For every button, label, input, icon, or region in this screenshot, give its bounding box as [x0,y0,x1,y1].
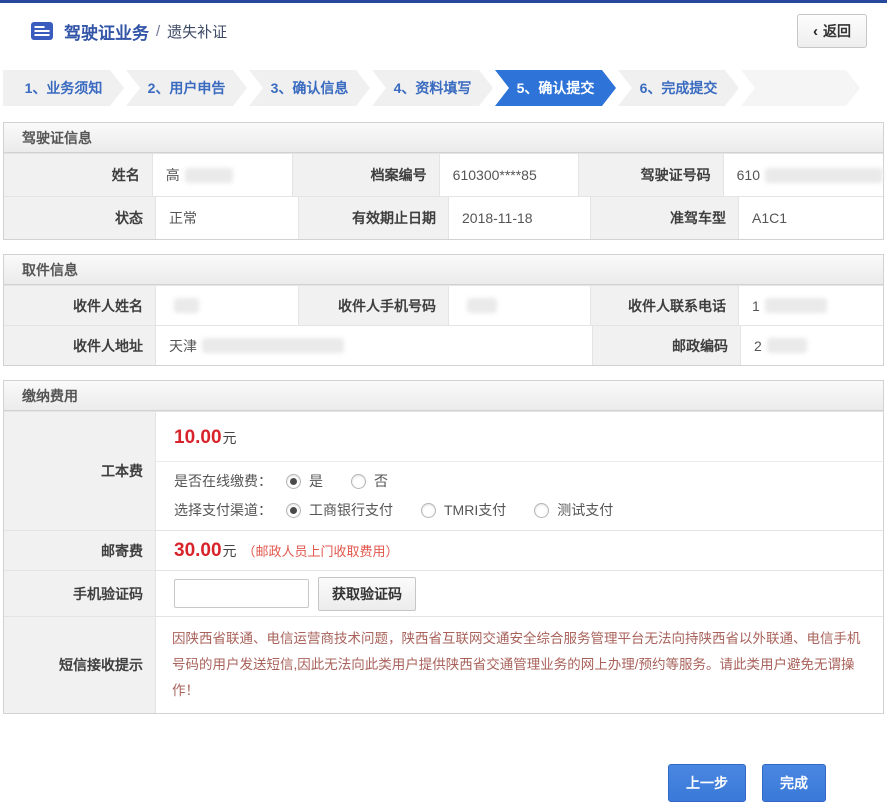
redacted-postal-code [767,338,807,353]
license-info-section: 驾驶证信息 姓名 高 档案编号 610300****85 驾驶证号码 610 状… [3,122,884,240]
get-sms-code-button[interactable]: 获取验证码 [318,577,416,611]
status-label: 状态 [4,197,156,239]
radio-option-tmri[interactable]: TMRI支付 [421,500,506,520]
step-3-confirm-info: 3、确认信息 [249,70,370,106]
file-number-label: 档案编号 [293,154,440,196]
radio-tmri-label: TMRI支付 [444,500,506,520]
recipient-phone-value: 1 [739,286,883,325]
sms-code-field-group: 获取验证码 [156,571,883,616]
table-row: 收件人姓名 收件人手机号码 收件人联系电话 1 [4,285,883,325]
redacted-recipient-mobile [467,298,497,313]
fees-section-title: 缴纳费用 [4,381,883,411]
finish-button[interactable]: 完成 [762,764,826,802]
license-menu-icon [30,21,54,41]
recipient-phone-label: 收件人联系电话 [591,286,739,325]
sms-code-row: 手机验证码 获取验证码 [4,570,883,616]
table-row: 姓名 高 档案编号 610300****85 驾驶证号码 610 [4,153,883,196]
name-value: 高 [153,154,293,196]
license-number-value: 610 [724,154,883,196]
redacted-name [185,168,233,183]
expiry-date-value: 2018-11-18 [449,197,591,239]
step-2-user-declaration: 2、用户申告 [126,70,247,106]
redacted-license-number [765,168,883,183]
redacted-recipient-name [174,298,199,313]
recipient-mobile-value [449,286,591,325]
radio-icbc-label: 工商银行支付 [309,500,393,520]
redacted-recipient-phone [765,298,827,313]
radio-option-no[interactable]: 否 [351,471,388,491]
radio-checked-icon[interactable] [286,474,301,489]
recipient-address-label: 收件人地址 [4,326,156,365]
production-fee-label: 工本费 [4,412,156,530]
radio-unchecked-icon[interactable] [534,503,549,518]
sms-notice-row: 短信接收提示 因陕西省联通、电信运营商技术问题，陕西省互联网交通安全综合服务管理… [4,616,883,713]
recipient-name-label: 收件人姓名 [4,286,156,325]
payment-channel-row: 选择支付渠道： 工商银行支付 TMRI支付 测试支付 [156,494,883,530]
name-label: 姓名 [4,154,153,196]
breadcrumb-current: 遗失补证 [167,21,227,42]
production-fee-row: 工本费 10.00元 是否在线缴费： 是 否 [4,411,883,530]
postage-fee-label: 邮寄费 [4,531,156,570]
postage-fee-value: 30.00元 （邮政人员上门收取费用） [156,531,883,570]
sms-notice-cell: 因陕西省联通、电信运营商技术问题，陕西省互联网交通安全综合服务管理平台无法向持陕… [156,617,883,713]
production-fee-amount: 10.00元 [156,412,883,462]
fees-section: 缴纳费用 工本费 10.00元 是否在线缴费： 是 否 [3,380,884,714]
back-button[interactable]: ‹ 返回 [797,14,867,48]
chevron-left-icon: ‹ [813,23,818,40]
redacted-address [202,338,344,353]
file-number-value: 610300****85 [440,154,579,196]
step-6-finish-submit: 6、完成提交 [618,70,739,106]
sms-code-label: 手机验证码 [4,571,156,616]
radio-yes-label: 是 [309,471,323,491]
table-row: 状态 正常 有效期止日期 2018-11-18 准驾车型 A1C1 [4,196,883,239]
step-5-confirm-submit-active: 5、确认提交 [495,70,616,106]
radio-checked-icon[interactable] [286,503,301,518]
online-payment-question: 是否在线缴费： [174,471,272,491]
step-4-fill-materials: 4、资料填写 [372,70,493,106]
step-1-business-notice: 1、业务须知 [3,70,124,106]
radio-option-test[interactable]: 测试支付 [534,500,613,520]
postal-code-value: 2 [741,326,883,365]
recipient-address-value: 天津 [156,326,593,365]
step-wizard-filler [741,70,860,106]
sms-notice-text: 因陕西省联通、电信运营商技术问题，陕西省互联网交通安全综合服务管理平台无法向持陕… [156,617,883,713]
postal-code-label: 邮政编码 [593,326,741,365]
footer-actions: 上一步 完成 [0,728,887,802]
breadcrumb-divider: / [156,23,160,40]
previous-step-button[interactable]: 上一步 [668,764,746,802]
pickup-info-section: 取件信息 收件人姓名 收件人手机号码 收件人联系电话 1 收件人地址 天津 邮政… [3,254,884,366]
sms-notice-label: 短信接收提示 [4,617,156,713]
step-wizard: 1、业务须知 2、用户申告 3、确认信息 4、资料填写 5、确认提交 6、完成提… [3,70,884,106]
recipient-name-value [156,286,299,325]
status-value: 正常 [156,197,299,239]
expiry-date-label: 有效期止日期 [299,197,449,239]
online-payment-question-row: 是否在线缴费： 是 否 [156,462,883,494]
postage-fee-note: （邮政人员上门收取费用） [243,541,399,560]
recipient-mobile-label: 收件人手机号码 [299,286,449,325]
vehicle-class-value: A1C1 [739,197,883,239]
radio-no-label: 否 [374,471,388,491]
postage-fee-row: 邮寄费 30.00元 （邮政人员上门收取费用） [4,530,883,570]
sms-code-input[interactable] [174,579,309,608]
table-row: 收件人地址 天津 邮政编码 2 [4,325,883,365]
vehicle-class-label: 准驾车型 [591,197,739,239]
pickup-section-title: 取件信息 [4,255,883,285]
radio-unchecked-icon[interactable] [421,503,436,518]
license-number-label: 驾驶证号码 [579,154,724,196]
production-fee-value: 10.00元 是否在线缴费： 是 否 选择支付渠道： [156,412,883,530]
page-header: 驾驶证业务 / 遗失补证 ‹ 返回 [0,3,887,59]
radio-unchecked-icon[interactable] [351,474,366,489]
payment-channel-question: 选择支付渠道： [174,500,272,520]
radio-option-yes[interactable]: 是 [286,471,323,491]
license-section-title: 驾驶证信息 [4,123,883,153]
radio-test-label: 测试支付 [557,500,613,520]
radio-option-icbc[interactable]: 工商银行支付 [286,500,393,520]
back-button-label: 返回 [823,21,851,41]
page-title: 驾驶证业务 [64,19,149,44]
